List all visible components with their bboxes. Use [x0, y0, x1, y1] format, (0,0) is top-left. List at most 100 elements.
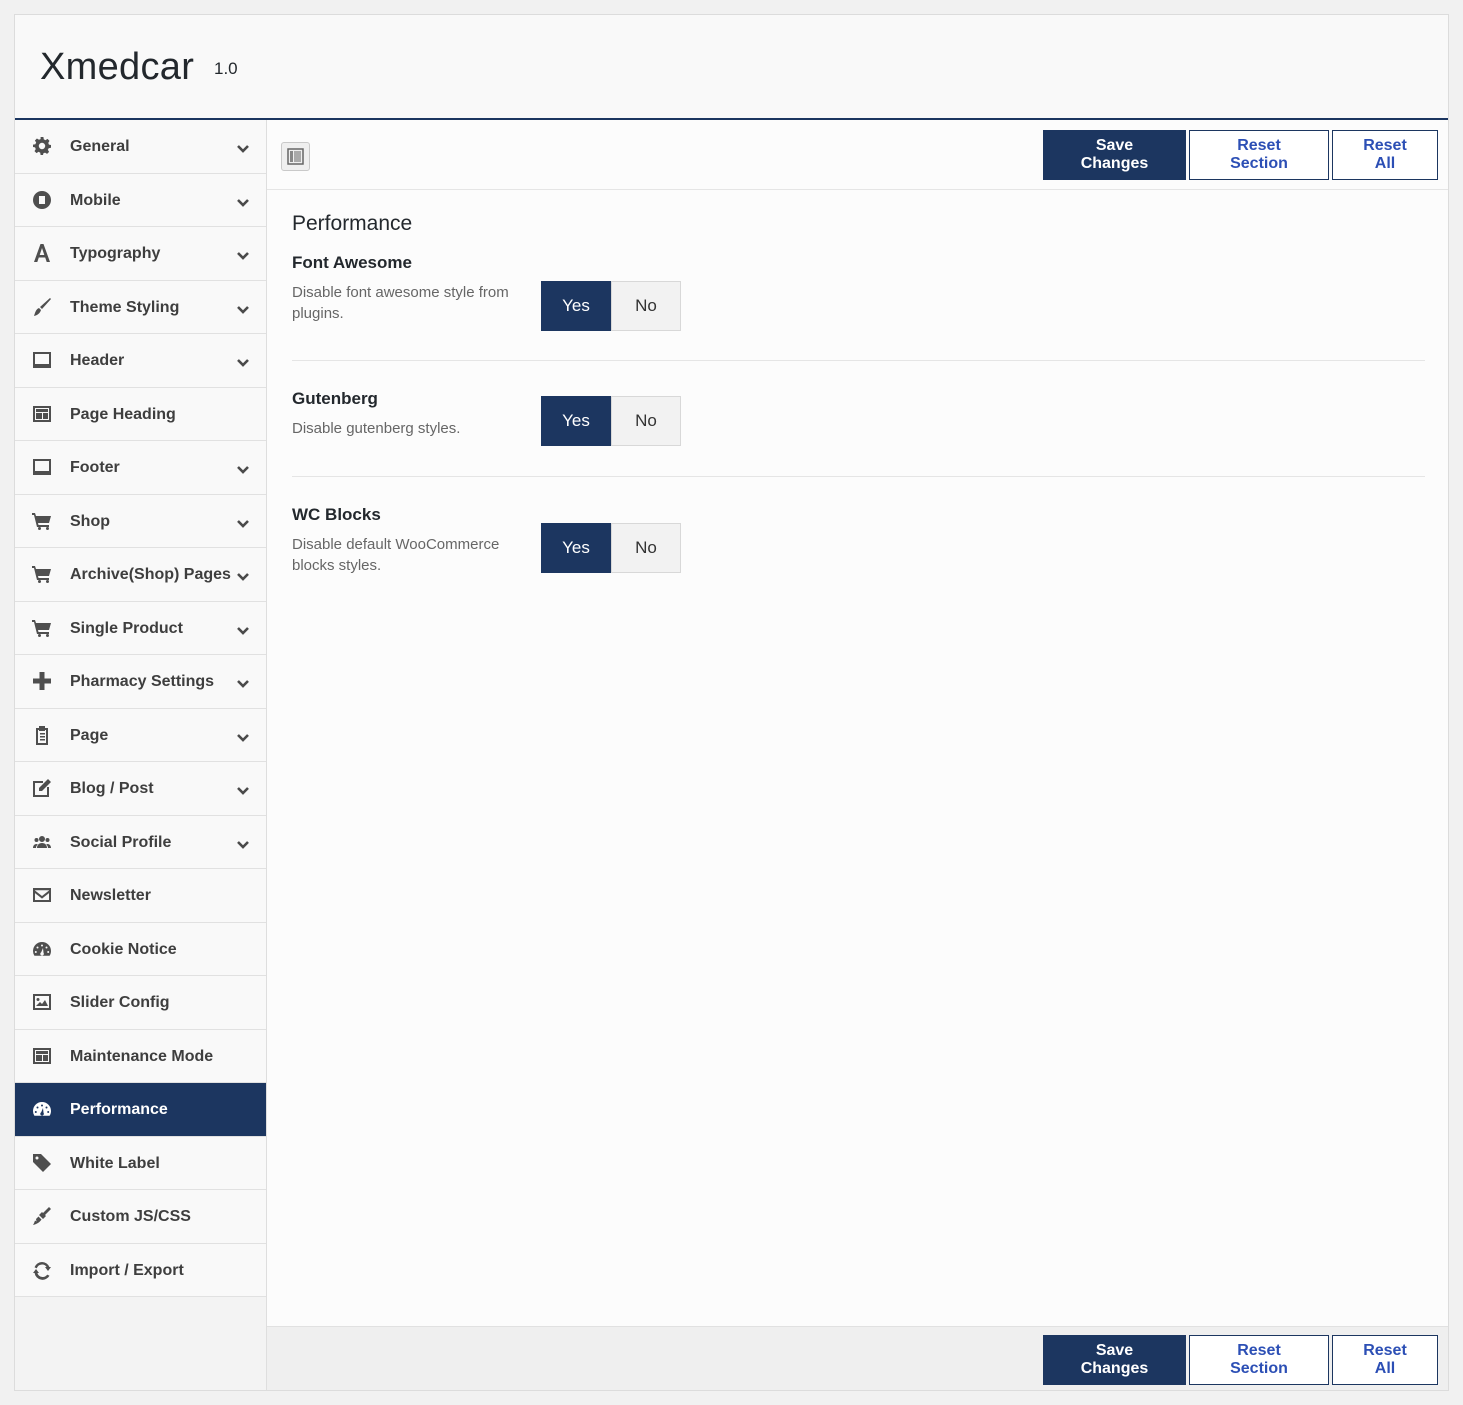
sidebar-item-label: Cookie Notice	[70, 940, 177, 958]
header-icon	[31, 349, 53, 371]
sidebar-item-label: Pharmacy Settings	[70, 673, 215, 690]
section-title: Performance	[292, 212, 413, 235]
page-heading-icon	[31, 403, 53, 425]
sidebar-item-cookie-notice[interactable]: Cookie Notice	[15, 922, 266, 976]
plus-icon	[31, 670, 53, 692]
font-awesome-switch: Yes No	[541, 281, 681, 331]
chevron-down-icon	[237, 140, 249, 153]
sidebar-item-newsletter[interactable]: Newsletter	[15, 869, 266, 923]
sidebar-item-single-product[interactable]: Single Product	[15, 601, 266, 655]
sidebar-item-label: Mobile	[70, 191, 121, 209]
gutenberg-switch: Yes No	[541, 396, 681, 446]
reset-all-button[interactable]: Reset All	[1332, 1335, 1438, 1385]
sidebar-item-page-heading[interactable]: Page Heading	[15, 387, 266, 441]
sidebar-item-label: Custom JS/CSS	[70, 1208, 191, 1225]
sidebar-item-white-label[interactable]: White Label	[15, 1136, 266, 1190]
chevron-down-icon	[237, 515, 249, 528]
sidebar-item-social-profile[interactable]: Social Profile	[15, 815, 266, 869]
sidebar-item-general[interactable]: General	[15, 120, 266, 174]
app-version: 1.0	[214, 59, 238, 78]
field-label: Font Awesome	[292, 253, 412, 272]
sidebar-item-label: Import / Export	[70, 1261, 184, 1279]
chevron-down-icon	[237, 729, 249, 742]
sidebar-item-footer[interactable]: Footer	[15, 441, 266, 495]
chevron-down-icon	[237, 568, 249, 581]
sidebar: General Mobile Typography Theme Styling …	[15, 120, 267, 1390]
section-content: Performance Font Awesome Disable font aw…	[267, 190, 1448, 587]
dashboard-icon	[31, 1098, 53, 1120]
sidebar-item-label: Newsletter	[70, 887, 151, 904]
chevron-down-icon	[237, 247, 249, 260]
chevron-down-icon	[237, 354, 249, 367]
refresh-icon	[31, 1259, 53, 1281]
envelope-icon	[31, 884, 53, 906]
sidebar-item-header[interactable]: Header	[15, 334, 266, 388]
clipboard-icon	[31, 724, 53, 746]
reset-section-button[interactable]: Reset Section	[1189, 1335, 1329, 1385]
cart-icon	[31, 510, 53, 532]
sidebar-item-label: Maintenance Mode	[70, 1047, 214, 1065]
switch-yes-option[interactable]: Yes	[541, 281, 611, 331]
sidebar-item-mobile[interactable]: Mobile	[15, 173, 266, 227]
sidebar-item-theme-styling[interactable]: Theme Styling	[15, 280, 266, 334]
expand-toggle-button[interactable]	[281, 142, 310, 171]
sidebar-item-label: Archive(Shop) Pages	[70, 566, 231, 583]
switch-yes-option[interactable]: Yes	[541, 523, 611, 573]
field-wc-blocks: WC Blocks Disable default WooCommerce bl…	[292, 477, 1425, 587]
app-title: Xmedcar	[40, 46, 195, 88]
sidebar-item-label: Header	[70, 352, 125, 369]
options-panel: Xmedcar 1.0 General Mobile Typography Th…	[14, 14, 1449, 1391]
mobile-icon	[31, 189, 53, 211]
field-gutenberg: Gutenberg Disable gutenberg styles. Yes …	[292, 361, 1425, 477]
field-description: Disable font awesome style from plugins.	[292, 284, 509, 322]
main-panel: Save Changes Reset Section Reset All Per…	[267, 120, 1448, 1390]
chevron-down-icon	[237, 461, 249, 474]
reset-section-button[interactable]: Reset Section	[1189, 130, 1329, 180]
sidebar-item-label: Typography	[70, 245, 161, 262]
switch-no-option[interactable]: No	[611, 396, 681, 446]
sidebar-item-label: Performance	[70, 1101, 168, 1118]
reset-all-button[interactable]: Reset All	[1332, 130, 1438, 180]
sidebar-item-label: Blog / Post	[70, 780, 154, 797]
sidebar-item-page[interactable]: Page	[15, 708, 266, 762]
sidebar-item-typography[interactable]: Typography	[15, 227, 266, 281]
wc-blocks-switch: Yes No	[541, 523, 681, 573]
users-icon	[31, 831, 53, 853]
top-toolbar: Save Changes Reset Section Reset All	[267, 120, 1448, 190]
sidebar-item-label: Footer	[70, 459, 120, 476]
cart-icon	[31, 617, 53, 639]
broom-icon	[31, 1205, 53, 1227]
sidebar-item-performance[interactable]: Performance	[15, 1083, 266, 1137]
sidebar-item-pharmacy-settings[interactable]: Pharmacy Settings	[15, 655, 266, 709]
layout-icon	[287, 148, 304, 165]
field-label: WC Blocks	[292, 505, 381, 524]
field-description: Disable gutenberg styles.	[292, 420, 461, 437]
sidebar-item-blog-post[interactable]: Blog / Post	[15, 762, 266, 816]
sidebar-item-slider-config[interactable]: Slider Config	[15, 976, 266, 1030]
brush-icon	[31, 296, 53, 318]
chevron-down-icon	[237, 301, 249, 314]
toolbar-buttons: Save Changes Reset Section Reset All	[1043, 130, 1438, 180]
edit-icon	[31, 777, 53, 799]
footer-buttons: Save Changes Reset Section Reset All	[1043, 1335, 1438, 1385]
sidebar-item-custom-js-css[interactable]: Custom JS/CSS	[15, 1190, 266, 1244]
page-heading-icon	[31, 1045, 53, 1067]
switch-no-option[interactable]: No	[611, 523, 681, 573]
sidebar-item-label: General	[70, 138, 130, 155]
cart-icon	[31, 563, 53, 585]
app-header: Xmedcar 1.0	[15, 15, 1448, 120]
sidebar-item-label: Single Product	[70, 619, 183, 637]
sidebar-item-import-export[interactable]: Import / Export	[15, 1243, 266, 1297]
switch-yes-option[interactable]: Yes	[541, 396, 611, 446]
switch-no-option[interactable]: No	[611, 281, 681, 331]
sidebar-item-shop[interactable]: Shop	[15, 494, 266, 548]
field-description: Disable default WooCommerce blocks style…	[292, 536, 500, 574]
font-icon	[31, 242, 53, 264]
sidebar-item-archive-shop-pages[interactable]: Archive(Shop) Pages	[15, 548, 266, 602]
sidebar-item-maintenance-mode[interactable]: Maintenance Mode	[15, 1029, 266, 1083]
save-changes-button[interactable]: Save Changes	[1043, 130, 1186, 180]
bottom-toolbar: Save Changes Reset Section Reset All	[267, 1326, 1448, 1390]
save-changes-button[interactable]: Save Changes	[1043, 1335, 1186, 1385]
chevron-down-icon	[237, 782, 249, 795]
dashboard-icon	[31, 938, 53, 960]
